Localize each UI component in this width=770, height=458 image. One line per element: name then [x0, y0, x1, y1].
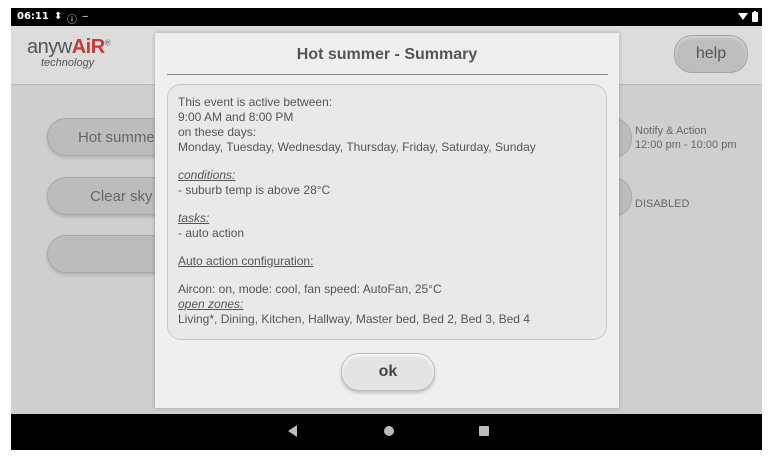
battery-icon	[752, 11, 758, 22]
home-icon[interactable]	[384, 426, 394, 436]
summary-panel: This event is active between: 9:00 AM an…	[167, 84, 607, 340]
condition-item: - suburb temp is above 28°C	[178, 183, 331, 197]
logo-accent: AiR	[71, 36, 105, 58]
zones-list: Living*, Dining, Kitchen, Hallway, Maste…	[178, 312, 530, 326]
title-divider	[167, 74, 608, 75]
info-icon: ⓘ	[67, 15, 77, 26]
event-action-type: Notify & Action	[635, 125, 707, 137]
status-time: 06:11	[17, 11, 49, 22]
back-icon[interactable]	[288, 425, 297, 437]
recents-icon[interactable]	[479, 426, 489, 436]
auto-config-heading: Auto action configuration:	[178, 254, 314, 268]
logo-trademark: ®	[104, 38, 111, 48]
days-intro: on these days:	[178, 125, 257, 139]
ok-button[interactable]: ok	[341, 353, 435, 391]
logo-prefix: anyw	[27, 36, 72, 58]
task-item: - auto action	[178, 226, 245, 240]
zones-heading: open zones:	[178, 297, 244, 311]
active-intro: This event is active between:	[178, 95, 333, 109]
event-schedule-info: Notify & Action 12:00 pm - 10:00 pm	[635, 124, 737, 152]
tasks-heading: tasks:	[178, 211, 210, 225]
time-range: 9:00 AM and 8:00 PM	[178, 110, 294, 124]
status-bar: 06:11 ⬍ ⓘ ‒	[11, 8, 762, 26]
days-list: Monday, Tuesday, Wednesday, Thursday, Fr…	[178, 140, 536, 154]
anywair-logo: anywAiR® technology	[27, 36, 111, 69]
event-time-range: 12:00 pm - 10:00 pm	[635, 139, 737, 151]
dialog-title: Hot summer - Summary	[296, 46, 478, 63]
charging-icon: ‒	[82, 11, 89, 22]
navigation-bar	[11, 414, 762, 450]
wifi-icon	[738, 13, 748, 20]
conditions-heading: conditions:	[178, 168, 236, 182]
usb-icon: ⬍	[54, 11, 63, 22]
aircon-settings: Aircon: on, mode: cool, fan speed: AutoF…	[178, 282, 442, 296]
event-status: DISABLED	[635, 198, 690, 210]
summary-dialog: Hot summer - Summary This event is activ…	[155, 33, 619, 408]
help-button[interactable]: help	[674, 35, 748, 73]
